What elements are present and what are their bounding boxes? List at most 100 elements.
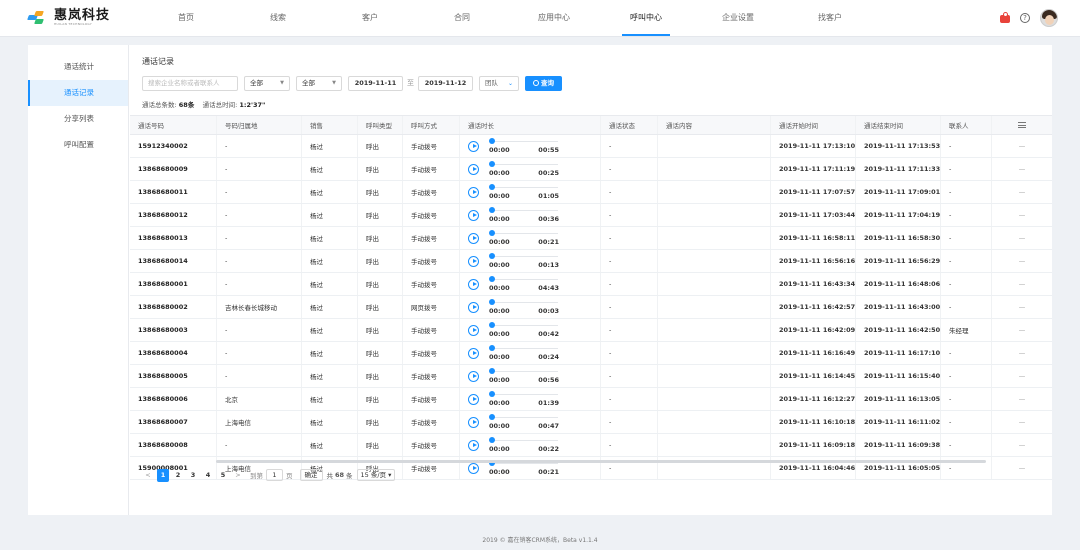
- row-more-button[interactable]: —: [992, 457, 1052, 479]
- audio-progress[interactable]: 00:00 00:56: [489, 365, 559, 387]
- play-icon[interactable]: [468, 163, 479, 175]
- audio-progress[interactable]: 00:00 00:24: [489, 342, 559, 364]
- team-select[interactable]: 团队 ⌄: [479, 75, 519, 91]
- nav-item[interactable]: 客户: [324, 0, 416, 37]
- progress-knob[interactable]: [489, 437, 495, 443]
- prev-page-button[interactable]: <: [142, 469, 154, 482]
- sidebar-item[interactable]: 通话统计: [28, 54, 128, 80]
- table-cell: 2019-11-11 16:14:45: [771, 365, 856, 387]
- row-more-button[interactable]: —: [992, 388, 1052, 410]
- confirm-page-button[interactable]: 确定: [299, 469, 323, 481]
- row-more-button[interactable]: —: [992, 204, 1052, 226]
- nav-item[interactable]: 应用中心: [508, 0, 600, 37]
- progress-knob[interactable]: [489, 322, 495, 328]
- progress-knob[interactable]: [489, 368, 495, 374]
- page-number-button[interactable]: 2: [172, 469, 184, 482]
- progress-knob[interactable]: [489, 391, 495, 397]
- date-from-input[interactable]: 2019-11-11: [348, 75, 403, 91]
- play-icon[interactable]: [468, 278, 479, 290]
- progress-knob[interactable]: [489, 276, 495, 282]
- brand-logo[interactable]: 惠岚科技 HUILAN TECHNOLOGY: [27, 9, 110, 27]
- column-settings-button[interactable]: [992, 116, 1052, 134]
- nav-item[interactable]: 首页: [140, 0, 232, 37]
- nav-item[interactable]: 企业设置: [692, 0, 784, 37]
- row-more-button[interactable]: —: [992, 227, 1052, 249]
- sidebar-item[interactable]: 呼叫配置: [28, 132, 128, 158]
- table-row: 13868680006 北京 杨过 呼出 手动拨号 00:00 01:39-2019-11-…: [130, 388, 1052, 411]
- page-number-button[interactable]: 4: [202, 469, 214, 482]
- audio-progress[interactable]: 00:00 01:05: [489, 181, 559, 203]
- current-time: 00:00: [489, 307, 510, 315]
- row-more-button[interactable]: —: [992, 273, 1052, 295]
- query-button[interactable]: 查询: [525, 75, 562, 91]
- progress-track: [492, 325, 558, 326]
- next-page-button[interactable]: >: [232, 469, 244, 482]
- table-cell: 手动拨号: [403, 411, 460, 433]
- audio-progress[interactable]: 00:00 04:43: [489, 273, 559, 295]
- row-more-button[interactable]: —: [992, 296, 1052, 318]
- audio-progress[interactable]: 00:00 00:13: [489, 250, 559, 272]
- play-icon[interactable]: [468, 462, 479, 474]
- play-icon[interactable]: [468, 393, 479, 405]
- nav-item[interactable]: 线索: [232, 0, 324, 37]
- page-number-button[interactable]: 5: [217, 469, 229, 482]
- row-more-button[interactable]: —: [992, 158, 1052, 180]
- progress-knob[interactable]: [489, 161, 495, 167]
- table-cell: 2019-11-11 16:12:27: [771, 388, 856, 410]
- row-more-button[interactable]: —: [992, 135, 1052, 157]
- progress-knob[interactable]: [489, 230, 495, 236]
- avatar[interactable]: [1040, 9, 1058, 27]
- play-icon[interactable]: [468, 209, 479, 221]
- nav-item[interactable]: 呼叫中心: [600, 0, 692, 37]
- progress-knob[interactable]: [489, 207, 495, 213]
- page-size-select[interactable]: 15 条/页 ▾: [356, 469, 396, 481]
- play-icon[interactable]: [468, 232, 479, 244]
- play-icon[interactable]: [468, 439, 479, 451]
- row-more-button[interactable]: —: [992, 411, 1052, 433]
- audio-progress[interactable]: 00:00 01:39: [489, 388, 559, 410]
- row-more-button[interactable]: —: [992, 181, 1052, 203]
- row-more-button[interactable]: —: [992, 250, 1052, 272]
- notification-icon[interactable]: [999, 11, 1012, 25]
- progress-knob[interactable]: [489, 299, 495, 305]
- table-cell: [658, 181, 771, 203]
- audio-progress[interactable]: 00:00 00:55: [489, 135, 559, 157]
- filter-select-2[interactable]: 全部 ▼: [296, 75, 342, 91]
- goto-page-input[interactable]: 1: [266, 469, 283, 481]
- play-icon[interactable]: [468, 324, 479, 336]
- progress-knob[interactable]: [489, 138, 495, 144]
- audio-progress[interactable]: 00:00 00:36: [489, 204, 559, 226]
- search-input[interactable]: 搜索企业名称或者联系人: [142, 75, 238, 91]
- audio-progress[interactable]: 00:00 00:47: [489, 411, 559, 433]
- page-number-button[interactable]: 1: [157, 468, 169, 482]
- row-more-button[interactable]: —: [992, 365, 1052, 387]
- row-more-button[interactable]: —: [992, 342, 1052, 364]
- date-to-input[interactable]: 2019-11-12: [418, 75, 473, 91]
- progress-knob[interactable]: [489, 345, 495, 351]
- play-icon[interactable]: [468, 370, 479, 382]
- audio-progress[interactable]: 00:00 00:42: [489, 319, 559, 341]
- play-icon[interactable]: [468, 255, 479, 267]
- progress-knob[interactable]: [489, 253, 495, 259]
- horizontal-scrollbar[interactable]: [216, 460, 986, 463]
- audio-progress[interactable]: 00:00 00:25: [489, 158, 559, 180]
- nav-item[interactable]: 找客户: [784, 0, 876, 37]
- audio-progress[interactable]: 00:00 00:03: [489, 296, 559, 318]
- progress-knob[interactable]: [489, 184, 495, 190]
- sidebar-item[interactable]: 通话记录: [28, 80, 128, 106]
- play-icon[interactable]: [468, 301, 479, 313]
- audio-progress[interactable]: 00:00 00:22: [489, 434, 559, 456]
- play-icon[interactable]: [468, 140, 479, 152]
- sidebar-item[interactable]: 分享列表: [28, 106, 128, 132]
- play-icon[interactable]: [468, 186, 479, 198]
- page-number-button[interactable]: 3: [187, 469, 199, 482]
- help-icon[interactable]: ?: [1020, 13, 1030, 23]
- filter-select-1[interactable]: 全部 ▼: [244, 75, 290, 91]
- audio-progress[interactable]: 00:00 00:21: [489, 227, 559, 249]
- row-more-button[interactable]: —: [992, 434, 1052, 456]
- play-icon[interactable]: [468, 347, 479, 359]
- row-more-button[interactable]: —: [992, 319, 1052, 341]
- play-icon[interactable]: [468, 416, 479, 428]
- nav-item[interactable]: 合同: [416, 0, 508, 37]
- progress-knob[interactable]: [489, 414, 495, 420]
